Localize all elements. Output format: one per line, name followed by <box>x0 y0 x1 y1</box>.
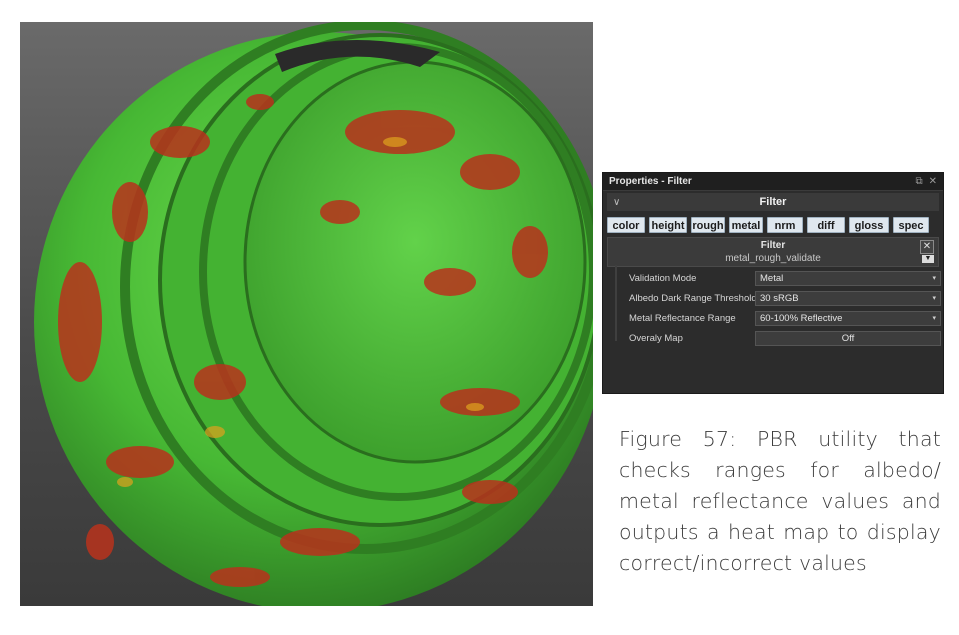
map-button-diff[interactable]: diff <box>807 217 845 233</box>
close-icon[interactable]: ✕ <box>929 176 937 187</box>
filter-section-header[interactable]: ∨ Filter <box>607 193 939 211</box>
property-label: Albedo Dark Range Threshold <box>629 293 757 304</box>
filter-item-name: metal_rough_validate <box>725 253 821 264</box>
heatmap-sphere-render <box>34 22 593 606</box>
select-value: 30 sRGB <box>760 293 799 304</box>
map-button-height[interactable]: height <box>649 217 687 233</box>
panel-titlebar[interactable]: Properties - Filter ⧉ ✕ <box>603 173 943 191</box>
overlay-map-toggle[interactable]: Off <box>755 331 941 346</box>
caret-down-icon: ▾ <box>932 315 936 322</box>
viewport[interactable] <box>20 22 593 606</box>
albedo-threshold-select[interactable]: 30 sRGB ▾ <box>755 291 941 306</box>
property-row-overlay-map: Overaly Map Off <box>619 329 941 349</box>
property-label: Metal Reflectance Range <box>629 313 736 324</box>
map-button-metal[interactable]: metal <box>729 217 763 233</box>
filter-dropdown-icon[interactable]: ▼ <box>922 255 934 263</box>
map-button-gloss[interactable]: gloss <box>849 217 889 233</box>
caret-down-icon: ▾ <box>932 295 936 302</box>
metal-reflectance-select[interactable]: 60-100% Reflective ▾ <box>755 311 941 326</box>
popout-icon[interactable]: ⧉ <box>915 176 922 187</box>
map-button-rough[interactable]: rough <box>691 217 725 233</box>
property-row-validation-mode: Validation Mode Metal ▾ <box>619 269 941 289</box>
filter-item-title: Filter <box>760 240 786 251</box>
properties-filter-panel: Properties - Filter ⧉ ✕ ∨ Filter color h… <box>602 172 944 394</box>
map-button-nrm[interactable]: nrm <box>767 217 803 233</box>
map-button-spec[interactable]: spec <box>893 217 929 233</box>
property-row-albedo-threshold: Albedo Dark Range Threshold 30 sRGB ▾ <box>619 289 941 309</box>
property-label: Validation Mode <box>629 273 697 284</box>
select-value: Metal <box>760 273 784 284</box>
filter-item[interactable]: Filter metal_rough_validate ✕ ▼ <box>607 237 939 267</box>
property-label: Overaly Map <box>629 333 683 344</box>
map-buttons-bar: color height rough metal nrm diff gloss … <box>603 211 943 233</box>
select-value: 60-100% Reflective <box>760 313 843 324</box>
panel-title: Properties - Filter <box>609 176 692 187</box>
figure-caption: Figure 57: PBR utility that checks range… <box>619 427 941 575</box>
filter-section-label: Filter <box>759 196 787 208</box>
caret-down-icon: ▾ <box>932 275 936 282</box>
property-row-metal-reflectance: Metal Reflectance Range 60-100% Reflecti… <box>619 309 941 329</box>
filter-properties: Validation Mode Metal ▾ Albedo Dark Rang… <box>619 269 941 349</box>
chevron-down-icon[interactable]: ∨ <box>613 197 620 208</box>
remove-filter-icon[interactable]: ✕ <box>920 240 934 254</box>
properties-indent-line <box>615 265 617 341</box>
validation-mode-select[interactable]: Metal ▾ <box>755 271 941 286</box>
map-button-color[interactable]: color <box>607 217 645 233</box>
